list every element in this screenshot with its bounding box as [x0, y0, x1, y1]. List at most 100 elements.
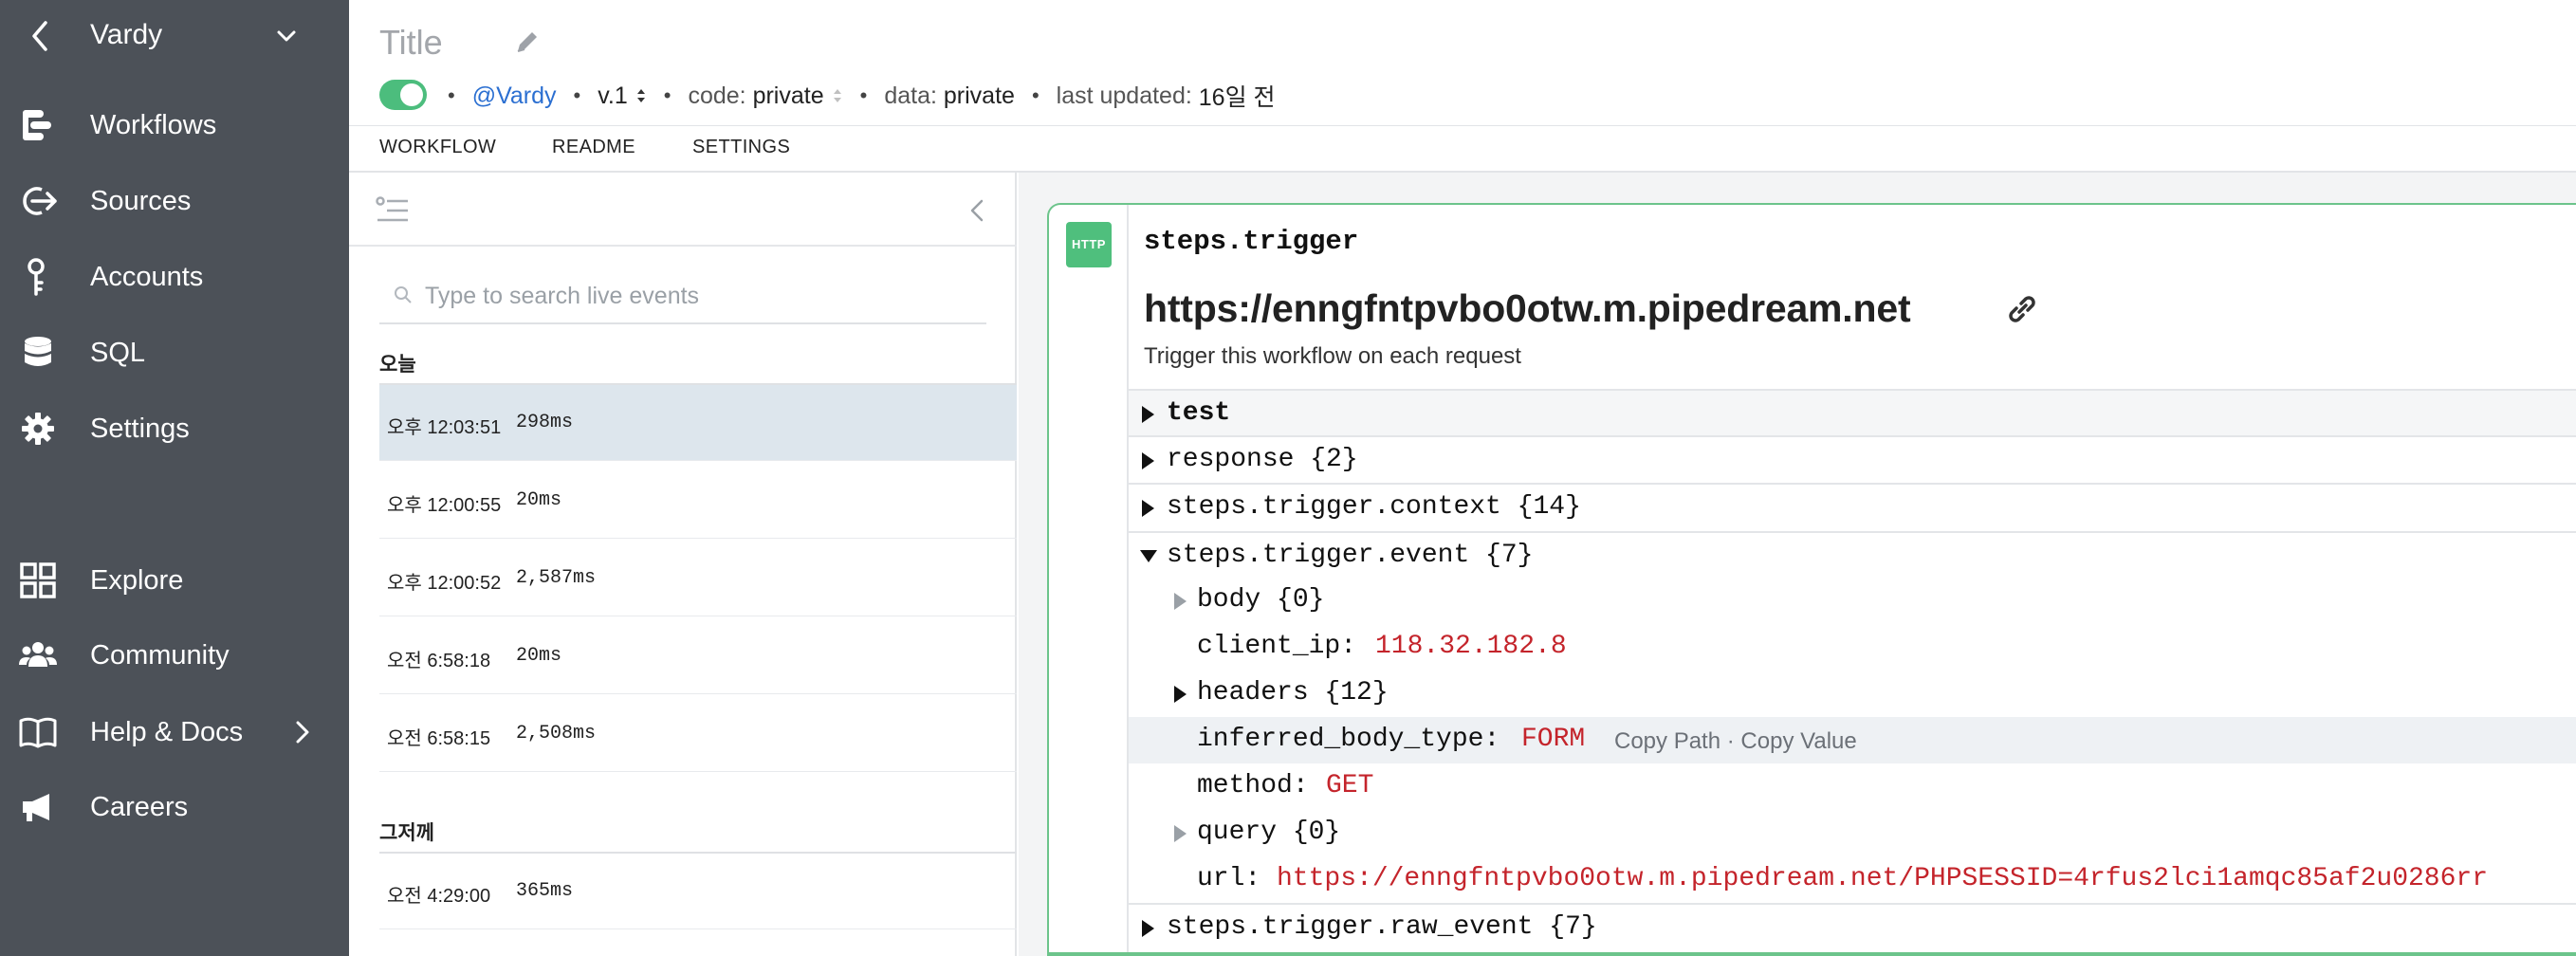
tree-node-label: steps.trigger.raw_event {7}: [1167, 912, 1597, 942]
tree-node-key: method:: [1197, 771, 1309, 800]
events-toolbar: [349, 173, 1017, 247]
expand-icon: [1174, 825, 1187, 842]
event-duration: 2,587ms: [516, 567, 597, 589]
tree-node-test[interactable]: test: [1129, 389, 2576, 435]
event-duration: 20ms: [516, 645, 562, 667]
tree-node-client-ip[interactable]: client_ip: 118.32.182.8: [1129, 624, 2576, 671]
trigger-description: Trigger this workflow on each request: [1144, 343, 1521, 369]
up-down-icon: [636, 89, 645, 102]
step-name: steps.trigger: [1144, 226, 1359, 257]
separator-dot: •: [1031, 83, 1040, 107]
sources-icon: [23, 187, 57, 215]
tree-node-query[interactable]: query {0}: [1129, 810, 2576, 856]
key-icon: [28, 258, 45, 296]
workspace-name[interactable]: Vardy: [90, 19, 162, 51]
sidebar-item-help-docs[interactable]: Help & Docs: [0, 702, 349, 763]
grid-icon: [20, 562, 56, 598]
sidebar-item-explore[interactable]: Explore: [0, 550, 349, 611]
event-row[interactable]: 오후 12:00:55 20ms: [379, 463, 1017, 539]
link-icon[interactable]: [2003, 290, 2041, 328]
sidebar-header: Vardy: [0, 0, 349, 72]
chevron-right-icon: [296, 721, 309, 744]
updated-label: last updated:: [1056, 82, 1192, 109]
copy-path-button[interactable]: Copy Path: [1614, 728, 1720, 754]
separator-dot: •: [663, 83, 672, 107]
up-down-icon: [833, 89, 841, 102]
tab-workflow[interactable]: WORKFLOW: [379, 137, 496, 158]
sidebar-item-label: Workflows: [90, 110, 217, 140]
owner-link[interactable]: @Vardy: [472, 83, 557, 110]
tree-node-value: GET: [1326, 771, 1374, 800]
workflows-icon: [23, 110, 51, 140]
tree-node-response[interactable]: response {2}: [1129, 435, 2576, 482]
event-row[interactable]: 오전 6:58:18 20ms: [379, 618, 1017, 694]
workflow-title[interactable]: Title: [379, 23, 443, 63]
sidebar-item-sources[interactable]: Sources: [0, 171, 349, 231]
search-icon: [395, 286, 412, 303]
collapse-icon: [1140, 550, 1157, 562]
list-icon[interactable]: [374, 193, 412, 228]
event-row[interactable]: 오전 4:29:00 365ms: [379, 854, 1017, 929]
tree-node-body[interactable]: body {0}: [1129, 578, 2576, 624]
tree-node-method[interactable]: method: GET: [1129, 763, 2576, 810]
tree-node-headers[interactable]: headers {12}: [1129, 671, 2576, 717]
separator-dot: •: [859, 83, 868, 107]
event-time: 오후 12:00:52: [387, 573, 502, 594]
version-select[interactable]: v.1: [598, 83, 647, 110]
separator-dot: •: [448, 83, 455, 107]
sidebar-item-label: Sources: [90, 186, 192, 216]
expand-icon: [1142, 452, 1154, 469]
sidebar-item-label: Explore: [90, 565, 184, 596]
tree-node-label: query {0}: [1197, 818, 1341, 847]
expand-icon: [1174, 686, 1187, 703]
event-duration: 298ms: [516, 412, 574, 433]
tab-readme[interactable]: README: [552, 137, 635, 158]
action-separator: ·: [1726, 728, 1735, 754]
sidebar-item-sql[interactable]: SQL: [0, 322, 349, 383]
event-duration: 20ms: [516, 489, 562, 511]
expand-icon: [1142, 406, 1154, 423]
tree-node-event[interactable]: steps.trigger.event {7}: [1129, 531, 2576, 578]
tree-node-raw-event[interactable]: steps.trigger.raw_event {7}: [1129, 903, 2576, 949]
search-input[interactable]: [425, 279, 975, 313]
tree-node-value: https://enngfntpvbo0otw.m.pipedream.net/…: [1277, 864, 2489, 893]
sidebar-item-label: Help & Docs: [90, 717, 244, 747]
event-row[interactable]: 오후 12:00:52 2,587ms: [379, 541, 1017, 616]
tab-settings[interactable]: SETTINGS: [692, 137, 790, 158]
database-icon: [25, 337, 51, 366]
sidebar-item-careers[interactable]: Careers: [0, 777, 349, 837]
workflow-canvas: HTTP steps.trigger https://enngfntpvbo0o…: [1019, 173, 2576, 956]
event-row[interactable]: 오후 12:03:51 298ms: [379, 385, 1017, 461]
sidebar-item-community[interactable]: Community: [0, 625, 349, 686]
workflow-active-toggle[interactable]: [379, 80, 427, 110]
tree-node-label: steps.trigger.event {7}: [1167, 541, 1534, 570]
sidebar-item-accounts[interactable]: Accounts: [0, 247, 349, 307]
event-time: 오전 6:58:18: [387, 651, 491, 671]
endpoint-url[interactable]: https://enngfntpvbo0otw.m.pipedream.net: [1144, 286, 1911, 331]
chevron-left-icon[interactable]: [25, 17, 55, 55]
tree-node-inferred-body-type[interactable]: inferred_body_type: FORM Copy Path · Cop…: [1129, 717, 2576, 763]
event-row[interactable]: 오전 6:58:15 2,508ms: [379, 696, 1017, 772]
workflow-header: Title • @Vardy • v.1 • code: private • d…: [349, 0, 2576, 173]
copy-value-button[interactable]: Copy Value: [1740, 728, 1856, 754]
tree-node-url[interactable]: url: https://enngfntpvbo0otw.m.pipedream…: [1129, 856, 2576, 903]
card-border-bottom: [1047, 952, 2576, 956]
updated-value: 16일 전: [1198, 84, 1276, 111]
events-panel: 오늘 오후 12:03:51 298ms 오후 12:00:55 20ms 오후…: [349, 173, 1017, 956]
trigger-step-card: HTTP steps.trigger https://enngfntpvbo0o…: [1047, 203, 2576, 956]
tree-node-context[interactable]: steps.trigger.context {14}: [1129, 483, 2576, 529]
expand-icon: [1142, 500, 1154, 517]
code-visibility-select[interactable]: code: private: [688, 83, 842, 110]
pencil-icon[interactable]: [510, 25, 544, 59]
tree-node-value: 118.32.182.8: [1375, 632, 1567, 661]
tree-node-label: steps.trigger.context {14}: [1167, 492, 1581, 522]
version-value: v.1: [598, 82, 628, 109]
sidebar-item-label: Accounts: [90, 262, 204, 292]
sidebar-item-settings[interactable]: Settings: [0, 398, 349, 459]
sidebar: Vardy Workflows Sources Accounts SQL Set…: [0, 0, 349, 956]
chevron-down-icon[interactable]: [273, 21, 300, 51]
chevron-left-icon[interactable]: [966, 193, 988, 228]
header-divider: [349, 125, 2576, 126]
event-group-label: 그저께: [379, 822, 434, 844]
sidebar-item-workflows[interactable]: Workflows: [0, 95, 349, 156]
